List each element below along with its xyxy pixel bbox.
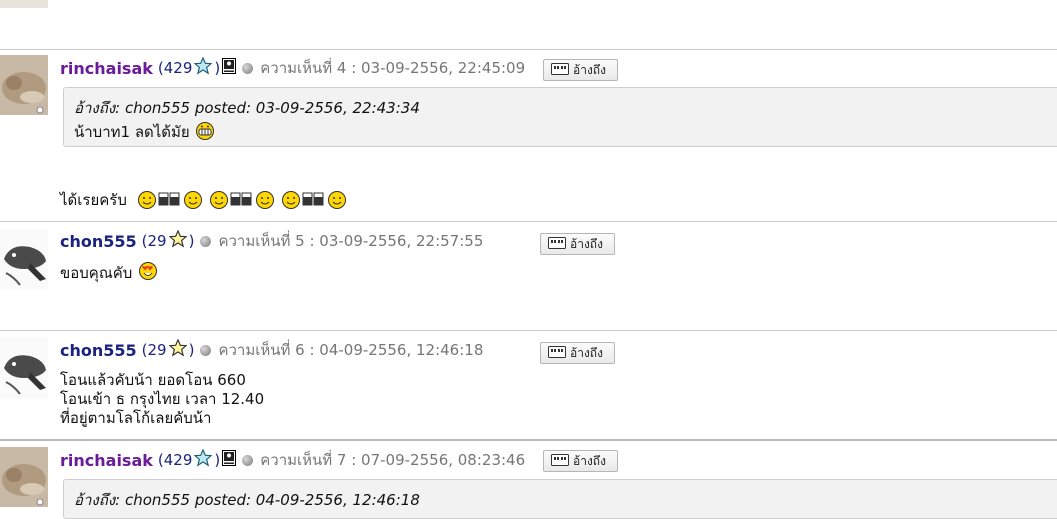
post-body: โอนแล้วคับน้า ยอดโอน 660 โอนเข้า ธ กรุงไ…: [60, 371, 264, 428]
quote-button[interactable]: อ้างถึง: [543, 59, 618, 81]
quote-button[interactable]: อ้างถึง: [540, 342, 615, 364]
username-link[interactable]: chon555: [60, 341, 137, 360]
profile-card-icon[interactable]: [222, 58, 237, 78]
status-dot-icon: [200, 235, 212, 247]
avatar[interactable]: [0, 229, 48, 289]
quote-icon: [551, 453, 569, 469]
post-count: (429: [157, 59, 193, 77]
quote-content: น้าบาท1 ลดได้มัย: [74, 120, 1052, 145]
post-meta: ความเห็นที่ 4 : 03-09-2556, 22:45:09: [260, 59, 526, 77]
quote-header: อ้างถึง: chon555 posted: 03-09-2556, 22:…: [74, 99, 420, 117]
post-count: (29: [141, 341, 167, 359]
username-link[interactable]: rinchaisak: [60, 451, 153, 470]
post-header: chon555 (29 ) ความเห็นที่ 5 : 03-09-2556…: [60, 229, 484, 252]
quote-icon: [551, 62, 569, 78]
post-separator: [0, 49, 1057, 50]
cheers-emoji-group: [137, 190, 349, 210]
quote-box: อ้างถึง: chon555 posted: 04-09-2556, 12:…: [63, 479, 1057, 519]
quote-button-label: อ้างถึง: [570, 236, 603, 251]
post-separator: [0, 330, 1057, 331]
star-icon: [193, 448, 213, 471]
post-separator: [0, 221, 1057, 222]
quote-button[interactable]: อ้างถึง: [543, 450, 618, 472]
avatar[interactable]: [0, 447, 48, 507]
quote-icon: [548, 236, 566, 252]
quote-button-label: อ้างถึง: [573, 453, 606, 468]
post-separator: [0, 439, 1057, 441]
star-icon: [168, 229, 188, 252]
username-link[interactable]: chon555: [60, 232, 137, 251]
post-meta: ความเห็นที่ 5 : 03-09-2556, 22:57:55: [218, 232, 484, 250]
quote-text: น้าบาท1 ลดได้มัย: [74, 123, 190, 141]
quote-button-label: อ้างถึง: [573, 62, 606, 77]
post-text-line: โอนแล้วคับน้า ยอดโอน 660: [60, 371, 246, 389]
avatar[interactable]: [0, 338, 48, 398]
post-body: ขอบคุณคับ: [60, 261, 158, 286]
post-header: rinchaisak (429 ) ความเห็นที่ 7 : 07-09-…: [60, 448, 526, 471]
cheers-emoji-icon: [137, 191, 202, 209]
post-body: ได้เรยครับ: [60, 190, 349, 210]
cheers-emoji-icon: [209, 191, 274, 209]
quote-button-label: อ้างถึง: [570, 345, 603, 360]
quote-icon: [548, 345, 566, 361]
avatar[interactable]: [0, 55, 48, 115]
post-text: ได้เรยครับ: [60, 190, 127, 209]
post-text-line: โอนเข้า ธ กรุงไทย เวลา 12.40: [60, 390, 265, 408]
post-count: (29: [141, 232, 167, 250]
post-meta: ความเห็นที่ 7 : 07-09-2556, 08:23:46: [260, 451, 526, 469]
heart-eyes-emoji-icon: [138, 261, 158, 286]
post-text: ขอบคุณคับ: [60, 264, 133, 282]
avatar: [0, 0, 48, 8]
post-meta: ความเห็นที่ 6 : 04-09-2556, 12:46:18: [218, 341, 484, 359]
post-text-line: ที่อยู่ตามโลโก้เลยคับน้า: [60, 409, 212, 427]
post-count-close: ): [214, 451, 221, 469]
status-dot-icon: [200, 344, 212, 356]
status-dot-icon: [242, 62, 254, 74]
post-count-close: ): [214, 59, 221, 77]
profile-card-icon[interactable]: [222, 450, 237, 470]
grin-emoji-icon: [195, 121, 215, 145]
quote-box: อ้างถึง: chon555 posted: 03-09-2556, 22:…: [63, 87, 1057, 147]
quote-button[interactable]: อ้างถึง: [540, 233, 615, 255]
cheers-emoji-icon: [281, 191, 346, 209]
star-icon: [193, 56, 213, 79]
status-dot-icon: [242, 454, 254, 466]
star-icon: [168, 338, 188, 361]
post-header: chon555 (29 ) ความเห็นที่ 6 : 04-09-2556…: [60, 338, 484, 361]
post-header: rinchaisak (429 ) ความเห็นที่ 4 : 03-09-…: [60, 56, 526, 79]
post-count-close: ): [188, 232, 195, 250]
quote-header: อ้างถึง: chon555 posted: 04-09-2556, 12:…: [74, 491, 420, 509]
post-count: (429: [157, 451, 193, 469]
username-link[interactable]: rinchaisak: [60, 59, 153, 78]
post-count-close: ): [188, 341, 195, 359]
